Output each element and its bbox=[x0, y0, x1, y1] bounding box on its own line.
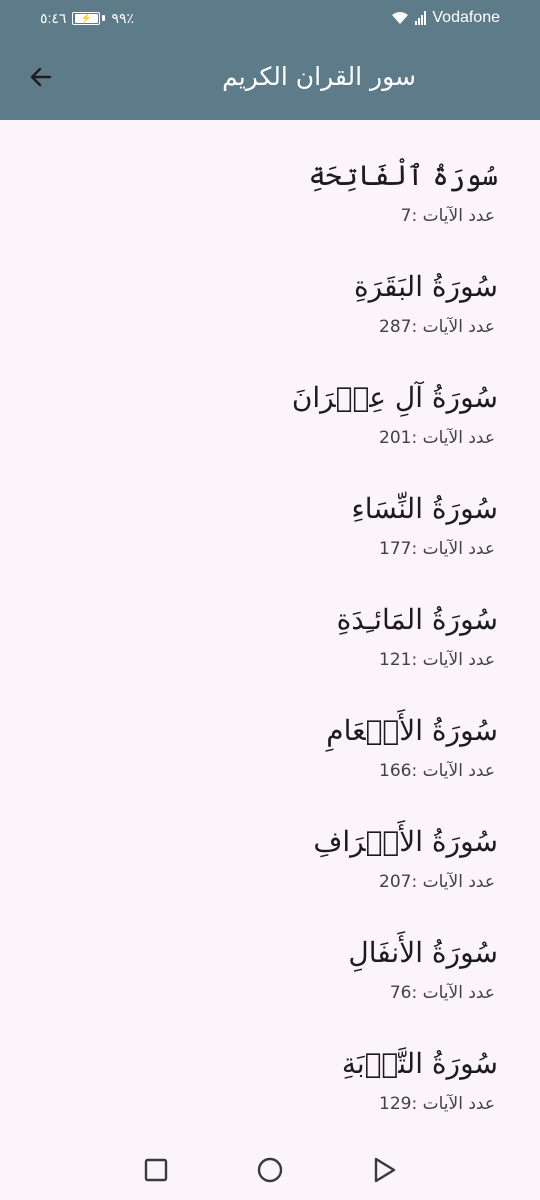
sura-name: سُورَةُ التَّوۡبَةِ bbox=[341, 1047, 498, 1080]
battery-icon: ⚡ bbox=[72, 11, 106, 25]
verse-count: عدد الآيات :287 bbox=[379, 317, 495, 337]
status-right: Vodafone bbox=[391, 8, 500, 28]
sura-name: سُورَةُ ٱلْفَاتِحَةِ bbox=[308, 159, 498, 192]
verse-count: عدد الآيات :129 bbox=[379, 1094, 495, 1114]
arrow-back-icon bbox=[30, 67, 52, 87]
recents-button[interactable] bbox=[140, 1154, 172, 1186]
sura-item[interactable]: سُورَةُ التَّوۡبَةِ عدد الآيات :129 bbox=[0, 1008, 540, 1119]
sura-name: سُورَةُ البَقَرَةِ bbox=[353, 270, 498, 303]
status-bar: ٥:٤٦ ⚡ ٩٩٪ Vodafone bbox=[0, 0, 540, 34]
sura-name: سُورَةُ الأَنفَالِ bbox=[348, 936, 498, 969]
verse-count: عدد الآيات :201 bbox=[379, 428, 495, 448]
verse-count: عدد الآيات :166 bbox=[379, 761, 495, 781]
verse-count: عدد الآيات :7 bbox=[400, 206, 495, 226]
verse-count: عدد الآيات :207 bbox=[379, 872, 495, 892]
sura-item[interactable]: سُورَةُ المَائـِدَةِ عدد الآيات :121 bbox=[0, 564, 540, 675]
sura-item[interactable]: سُورَةُ البَقَرَةِ عدد الآيات :287 bbox=[0, 231, 540, 342]
sura-name: سُورَةُ النِّسَاءِ bbox=[351, 492, 498, 525]
sura-name: سُورَةُ آلِ عِمۡرَانَ bbox=[291, 381, 498, 414]
sura-item[interactable]: سُورَةُ آلِ عِمۡرَانَ عدد الآيات :201 bbox=[0, 342, 540, 453]
back-button[interactable] bbox=[24, 60, 58, 94]
sura-name: سُورَةُ المَائـِدَةِ bbox=[336, 603, 498, 636]
sura-name: سُورَةُ الأَنۡعَامِ bbox=[326, 714, 498, 747]
sura-item[interactable]: سُورَةُ الأَعۡرَافِ عدد الآيات :207 bbox=[0, 786, 540, 897]
home-button[interactable] bbox=[254, 1154, 286, 1186]
triangle-back-icon bbox=[374, 1157, 396, 1183]
verse-count: عدد الآيات :121 bbox=[379, 650, 495, 670]
carrier-name: Vodafone bbox=[432, 9, 500, 26]
sura-item[interactable]: سُورَةُ الأَنفَالِ عدد الآيات :76 bbox=[0, 897, 540, 1008]
page-title: سور القران الكريم bbox=[222, 62, 416, 91]
verse-count: عدد الآيات :177 bbox=[379, 539, 495, 559]
sura-item[interactable]: سُورَةُ الأَنۡعَامِ عدد الآيات :166 bbox=[0, 675, 540, 786]
verse-count: عدد الآيات :76 bbox=[389, 983, 495, 1003]
nav-back-button[interactable] bbox=[368, 1154, 400, 1186]
sura-item[interactable]: سُورَةُ النِّسَاءِ عدد الآيات :177 bbox=[0, 453, 540, 564]
sura-item[interactable]: سُورَةُ ٱلْفَاتِحَةِ عدد الآيات :7 bbox=[0, 120, 540, 231]
signal-icon bbox=[415, 11, 427, 25]
battery-percent: ٩٩٪ bbox=[111, 9, 135, 26]
circle-home-icon bbox=[257, 1157, 283, 1183]
sura-name: سُورَةُ الأَعۡرَافِ bbox=[313, 825, 498, 858]
status-time: ٥:٤٦ bbox=[40, 9, 67, 26]
system-nav-bar bbox=[0, 1138, 540, 1200]
app-bar: سور القران الكريم bbox=[0, 34, 540, 120]
square-recents-icon bbox=[144, 1158, 168, 1182]
wifi-icon bbox=[392, 12, 409, 24]
status-left: ٥:٤٦ ⚡ ٩٩٪ bbox=[40, 9, 134, 27]
sura-list: سُورَةُ ٱلْفَاتِحَةِ عدد الآيات :7 سُورَ… bbox=[0, 120, 540, 1138]
